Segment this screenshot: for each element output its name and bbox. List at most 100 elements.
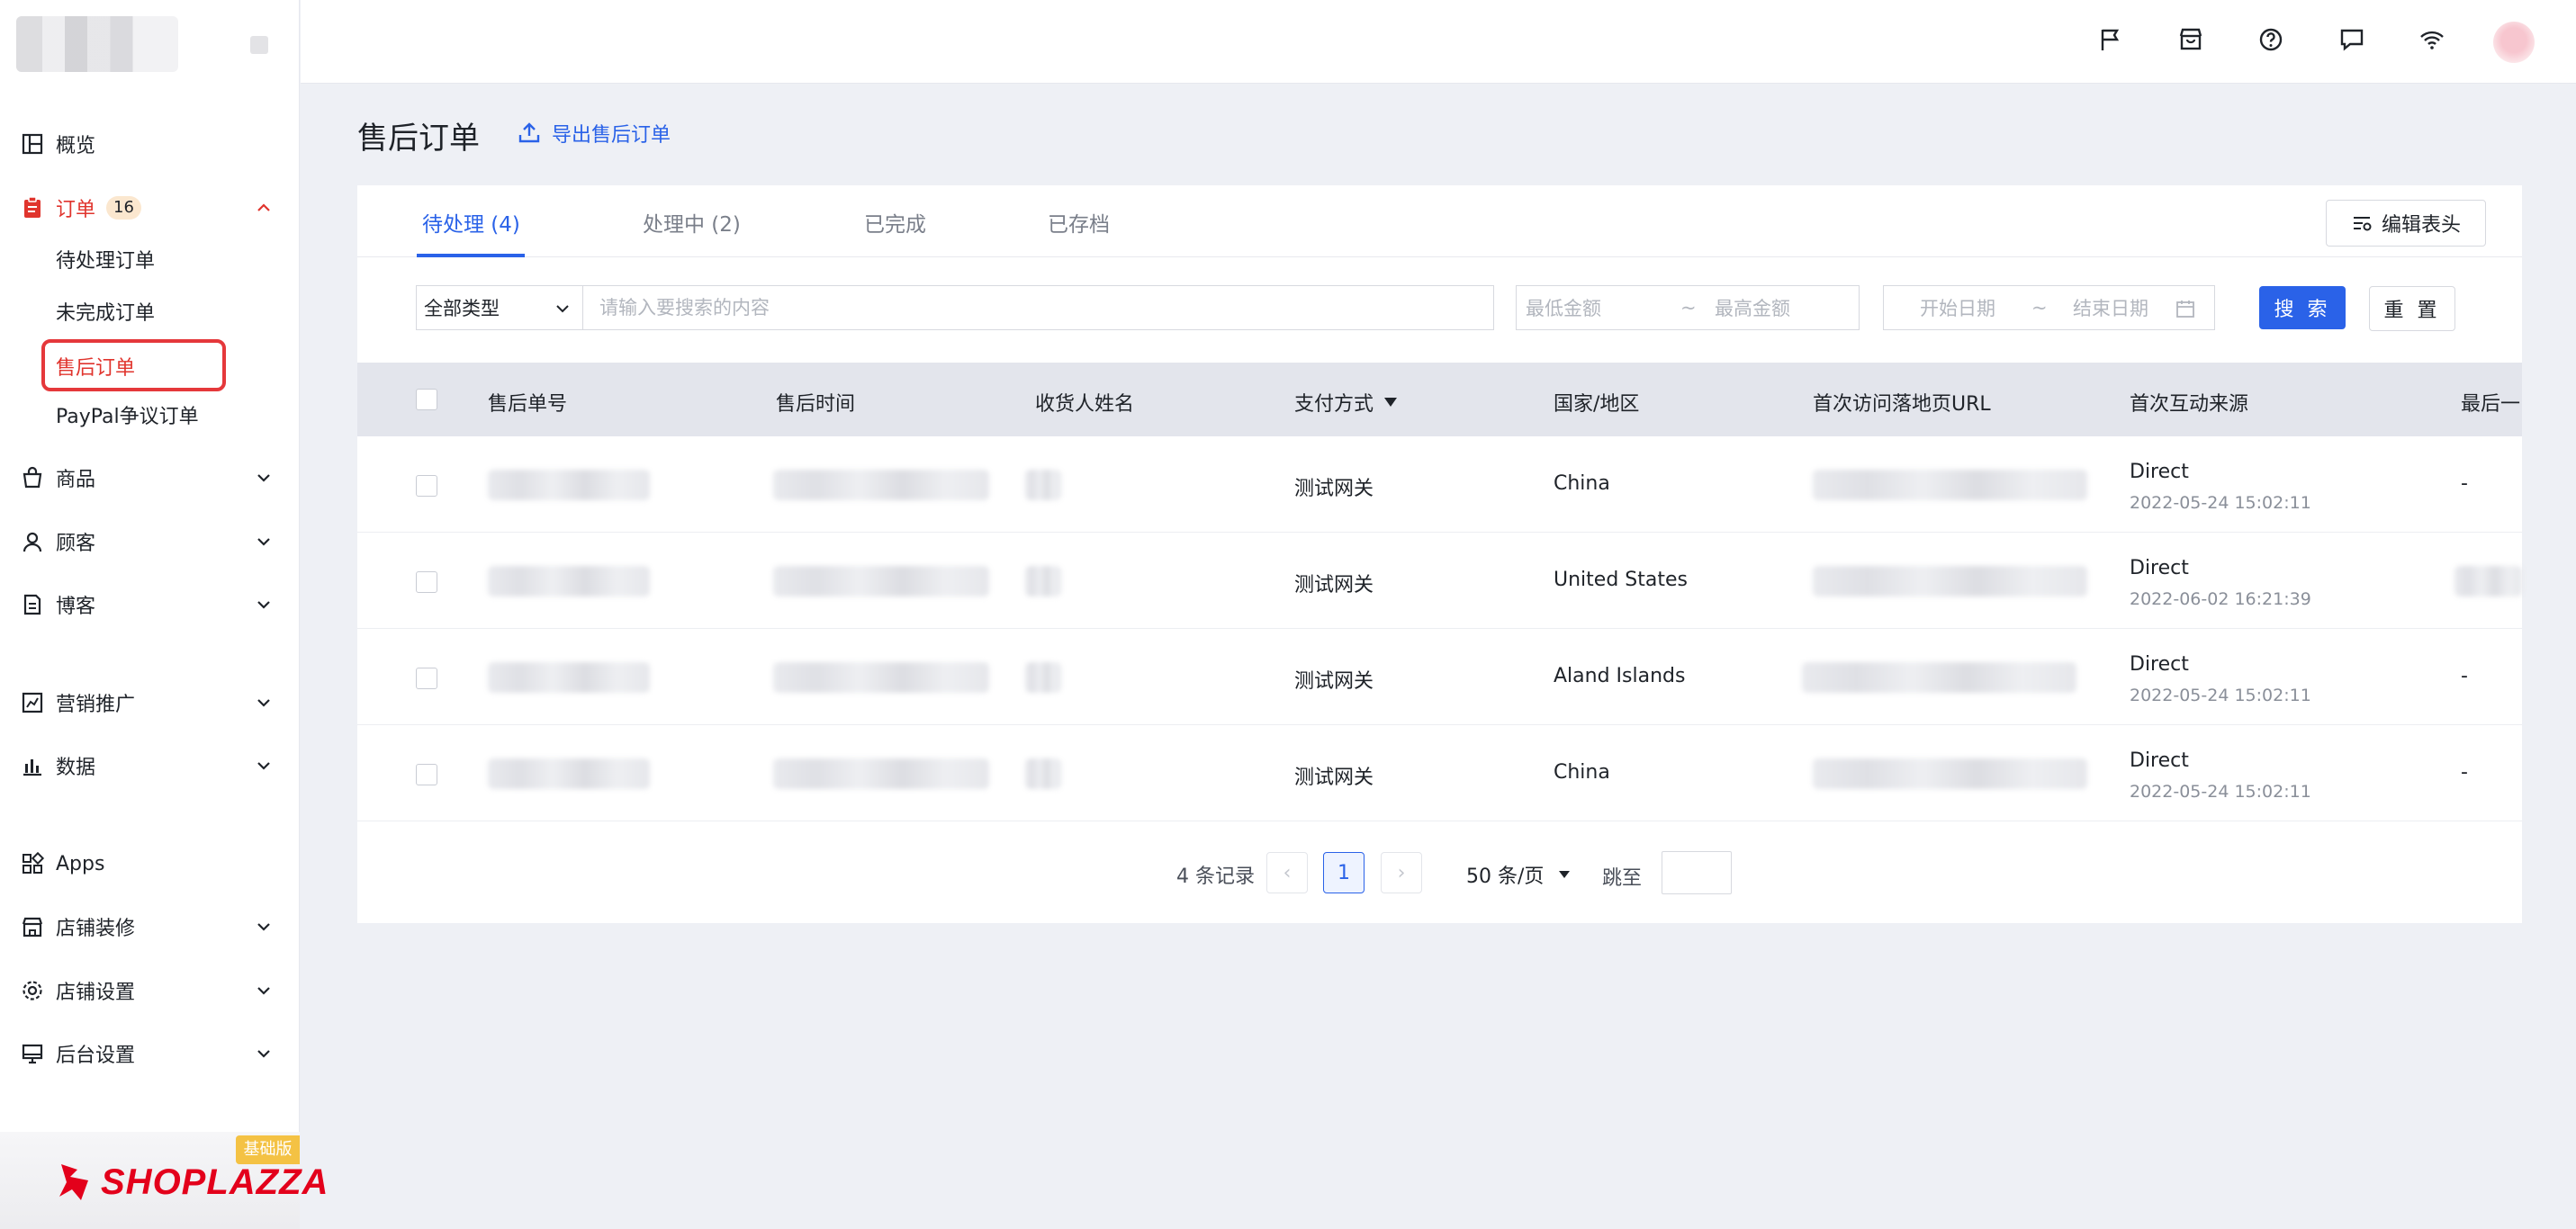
type-select[interactable]: 全部类型 bbox=[416, 285, 582, 330]
sidebar-item-label: 数据 bbox=[56, 757, 96, 779]
col-aftersale-time[interactable]: 售后时间 bbox=[776, 388, 855, 417]
flag-icon[interactable] bbox=[2095, 25, 2124, 54]
sidebar-item-apps[interactable]: Apps bbox=[0, 840, 300, 887]
page-button-current[interactable]: 1 bbox=[1323, 852, 1365, 893]
landing-url-redacted bbox=[1813, 470, 2087, 500]
sidebar-item-blog[interactable]: 博客 bbox=[0, 581, 300, 628]
start-date-input[interactable]: 开始日期 bbox=[1920, 294, 1995, 321]
page-size-select[interactable]: 50 条/页 bbox=[1466, 860, 1572, 889]
sidebar-item-label: 商品 bbox=[56, 469, 96, 491]
sidebar-item-label: 顾客 bbox=[56, 533, 96, 555]
first-source: Direct bbox=[2130, 749, 2189, 772]
chevron-down-icon bbox=[257, 538, 270, 546]
chevron-down-icon bbox=[556, 305, 569, 313]
aftersale-time-redacted bbox=[773, 758, 989, 789]
sidebar-item-label: 店铺设置 bbox=[56, 982, 136, 1004]
row-checkbox[interactable] bbox=[416, 475, 437, 497]
sidebar-item-products[interactable]: 商品 bbox=[0, 454, 300, 501]
aftersale-no-redacted bbox=[488, 758, 650, 789]
tab-completed[interactable]: 已完成 bbox=[864, 207, 926, 238]
sidebar-subitem-pending[interactable]: 待处理订单 bbox=[56, 237, 155, 282]
sidebar-item-marketing[interactable]: 营销推广 bbox=[0, 679, 300, 726]
calendar-icon bbox=[2176, 301, 2194, 318]
wifi-icon[interactable] bbox=[2418, 25, 2446, 54]
col-receiver-name[interactable]: 收货人姓名 bbox=[1035, 388, 1134, 417]
aftersale-no-redacted bbox=[488, 662, 650, 693]
sidebar-item-orders[interactable]: 订单 16 bbox=[0, 184, 300, 231]
end-date-input[interactable]: 结束日期 bbox=[2073, 294, 2148, 321]
tab-archived[interactable]: 已存档 bbox=[1048, 207, 1110, 238]
sidebar-item-analytics[interactable]: 数据 bbox=[0, 742, 300, 789]
first-source: Direct bbox=[2130, 653, 2189, 676]
store-logo[interactable] bbox=[16, 16, 178, 72]
blog-icon bbox=[23, 594, 41, 615]
sidebar-item-store-design[interactable]: 店铺装修 bbox=[0, 903, 300, 950]
search-input[interactable] bbox=[582, 285, 1494, 330]
edit-columns-button[interactable]: 编辑表头 bbox=[2326, 200, 2486, 247]
payment-method: 测试网关 bbox=[1294, 670, 1374, 693]
plan-tag: 基础版 bbox=[236, 1135, 300, 1164]
col-payment-method-label: 支付方式 bbox=[1294, 393, 1374, 416]
jump-page-input[interactable] bbox=[1662, 851, 1732, 894]
store-logo-mark bbox=[250, 36, 268, 54]
sidebar-subitem-aftersale[interactable]: 售后订单 bbox=[41, 339, 226, 391]
col-aftersale-no[interactable]: 售后单号 bbox=[488, 388, 567, 417]
col-landing-url[interactable]: 首次访问落地页URL bbox=[1813, 388, 1991, 417]
last-source: - bbox=[2461, 665, 2468, 687]
dashboard-icon bbox=[22, 133, 43, 155]
col-payment-method[interactable]: 支付方式 bbox=[1294, 388, 1399, 417]
chevron-down-icon bbox=[257, 601, 270, 609]
range-separator: ~ bbox=[1680, 297, 1697, 318]
message-icon[interactable] bbox=[2337, 25, 2366, 54]
sidebar-subitem-unfinished[interactable]: 未完成订单 bbox=[56, 289, 155, 334]
sidebar-item-overview[interactable]: 概览 bbox=[0, 121, 300, 167]
sidebar-item-label: 店铺装修 bbox=[56, 918, 136, 940]
sidebar-item-customers[interactable]: 顾客 bbox=[0, 518, 300, 565]
sidebar-item-admin-settings[interactable]: 后台设置 bbox=[0, 1030, 300, 1077]
landing-url-redacted bbox=[1813, 758, 2087, 789]
row-checkbox[interactable] bbox=[416, 571, 437, 593]
next-page-button[interactable]: › bbox=[1381, 852, 1422, 893]
min-amount-input[interactable]: 最低金额 bbox=[1526, 294, 1601, 321]
first-source: Direct bbox=[2130, 557, 2189, 579]
marketing-icon bbox=[22, 692, 43, 713]
aftersale-no-redacted bbox=[488, 566, 650, 597]
prev-page-button[interactable]: ‹ bbox=[1266, 852, 1308, 893]
search-button[interactable]: 搜 索 bbox=[2259, 286, 2346, 329]
row-checkbox[interactable] bbox=[416, 668, 437, 689]
first-source: Direct bbox=[2130, 461, 2189, 483]
table-row[interactable]: 测试网关 United States Direct 2022-06-02 16:… bbox=[357, 533, 2522, 629]
jump-label: 跳至 bbox=[1602, 867, 1643, 890]
row-checkbox[interactable] bbox=[416, 764, 437, 785]
upload-icon bbox=[518, 122, 540, 143]
total-records: 4 条记录 bbox=[1176, 866, 1255, 888]
export-aftersale-button[interactable]: 导出售后订单 bbox=[518, 119, 671, 148]
sidebar-item-label: 后台设置 bbox=[56, 1045, 136, 1067]
store-design-icon bbox=[22, 917, 43, 937]
store-icon[interactable] bbox=[2176, 25, 2205, 54]
order-count-badge: 16 bbox=[106, 196, 141, 220]
tab-pending[interactable]: 待处理 (4) bbox=[422, 207, 520, 238]
tab-processing[interactable]: 处理中 (2) bbox=[643, 207, 741, 238]
sidebar-item-store-settings[interactable]: 店铺设置 bbox=[0, 967, 300, 1014]
table-row[interactable]: 测试网关 Aland Islands Direct 2022-05-24 15:… bbox=[357, 629, 2522, 725]
table-row[interactable]: 测试网关 China Direct 2022-05-24 15:02:11 - bbox=[357, 436, 2522, 533]
first-source-time: 2022-05-24 15:02:11 bbox=[2130, 782, 2311, 802]
date-range[interactable]: 开始日期 ~ 结束日期 bbox=[1883, 285, 2215, 330]
sidebar-subitem-paypal-dispute[interactable]: PayPal争议订单 bbox=[56, 392, 199, 437]
col-first-source[interactable]: 首次互动来源 bbox=[2130, 388, 2248, 417]
customer-icon bbox=[23, 532, 42, 552]
table-row[interactable]: 测试网关 China Direct 2022-05-24 15:02:11 - bbox=[357, 725, 2522, 821]
avatar[interactable] bbox=[2493, 22, 2535, 63]
max-amount-input[interactable]: 最高金额 bbox=[1715, 294, 1790, 321]
country: China bbox=[1554, 472, 1610, 495]
country: Aland Islands bbox=[1554, 665, 1686, 687]
col-last-source[interactable]: 最后一 bbox=[2461, 388, 2520, 417]
landing-url-redacted bbox=[1813, 566, 2087, 597]
help-icon[interactable] bbox=[2256, 25, 2285, 54]
col-country[interactable]: 国家/地区 bbox=[1554, 388, 1639, 417]
chevron-down-icon bbox=[257, 923, 270, 931]
select-all-checkbox[interactable] bbox=[416, 389, 437, 410]
sort-down-icon[interactable] bbox=[1383, 394, 1399, 410]
reset-button[interactable]: 重 置 bbox=[2369, 286, 2455, 331]
